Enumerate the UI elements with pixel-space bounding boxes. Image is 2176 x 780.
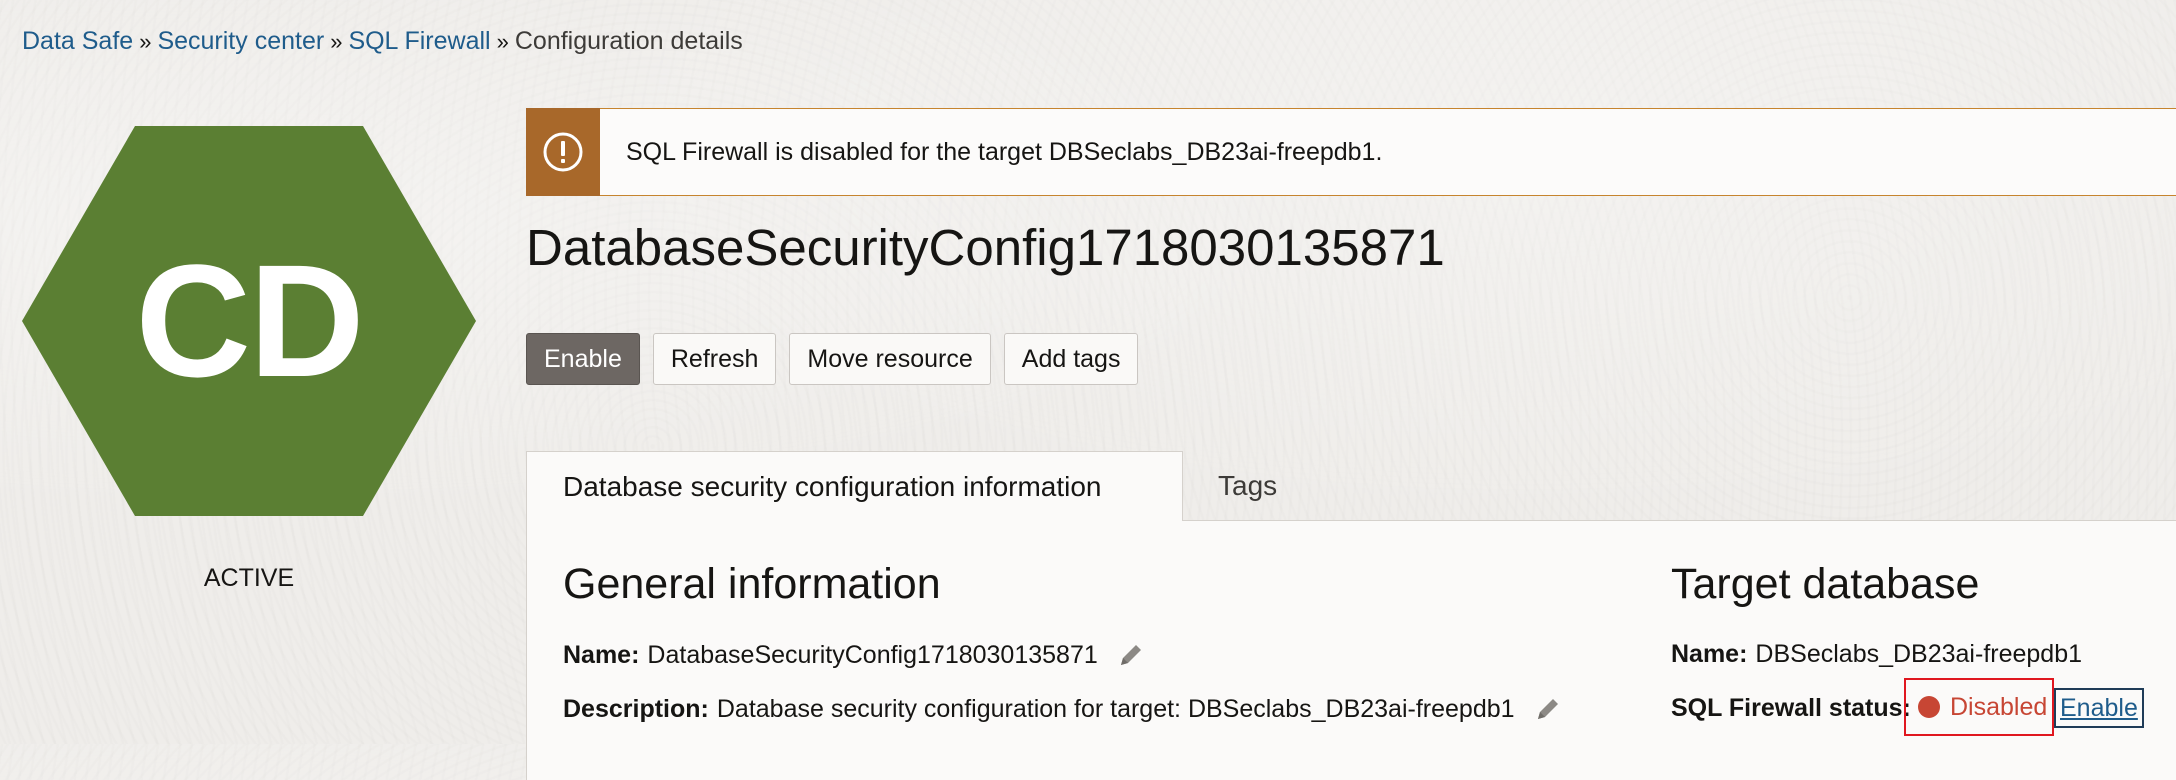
page-title: DatabaseSecurityConfig1718030135871	[526, 219, 1445, 276]
status-text: Disabled	[1950, 692, 2048, 721]
breadcrumb-sql-firewall[interactable]: SQL Firewall	[348, 27, 490, 55]
config-description-label: Description:	[563, 694, 709, 723]
breadcrumb: Data Safe» Security center» SQL Firewall» C…	[22, 26, 743, 57]
lifecycle-state: ACTIVE	[203, 564, 295, 592]
general-information-heading: General information	[563, 560, 941, 608]
add-tags-button[interactable]: Add tags	[1003, 333, 1139, 385]
resource-avatar: CD	[22, 126, 476, 516]
enable-sql-firewall-link[interactable]: Enable	[2054, 688, 2144, 728]
enable-button[interactable]: Enable	[526, 333, 640, 385]
sql-firewall-status-field: SQL Firewall status:	[1671, 694, 1919, 723]
config-description-value: Database security configuration for targ…	[716, 694, 1515, 723]
target-name-value: DBSeclabs_DB23ai-freepdb1	[1755, 640, 2083, 668]
warning-icon-box	[526, 107, 600, 196]
sql-firewall-status-label: SQL Firewall status:	[1671, 694, 1911, 722]
warning-message: SQL Firewall is disabled for the target …	[626, 137, 1383, 166]
pencil-icon[interactable]	[1116, 640, 1146, 670]
target-name-label: Name:	[1671, 640, 1748, 668]
config-description-field: Description: Database security configura…	[563, 694, 1563, 724]
status-dot-icon	[1918, 696, 1940, 718]
config-name-value: DatabaseSecurityConfig1718030135871	[647, 640, 1098, 669]
breadcrumb-separator: »	[330, 29, 343, 54]
config-name-label: Name:	[563, 640, 640, 669]
target-name-field: Name: DBSeclabs_DB23ai-freepdb1	[1671, 640, 2082, 669]
warning-banner: SQL Firewall is disabled for the target …	[526, 107, 2176, 196]
breadcrumb-separator: »	[139, 29, 152, 54]
pencil-icon[interactable]	[1533, 694, 1563, 724]
exclamation-circle-icon	[543, 132, 583, 171]
breadcrumb-separator: »	[496, 29, 509, 54]
breadcrumb-data-safe[interactable]: Data Safe	[22, 27, 133, 55]
tab-configuration-information[interactable]: Database security configuration informat…	[526, 451, 1183, 521]
breadcrumb-security-center[interactable]: Security center	[157, 27, 324, 55]
target-database-heading: Target database	[1671, 560, 1980, 608]
status-badge: Disabled	[1904, 678, 2054, 736]
avatar-initials: CD	[135, 231, 364, 410]
move-resource-button[interactable]: Move resource	[789, 333, 991, 385]
refresh-button[interactable]: Refresh	[652, 333, 777, 385]
tab-tags[interactable]: Tags	[1218, 451, 1277, 521]
config-name-field: Name: DatabaseSecurityConfig171803013587…	[563, 640, 1146, 670]
breadcrumb-current: Configuration details	[514, 27, 743, 55]
action-toolbar: Enable Refresh Move resource Add tags	[526, 333, 1139, 385]
